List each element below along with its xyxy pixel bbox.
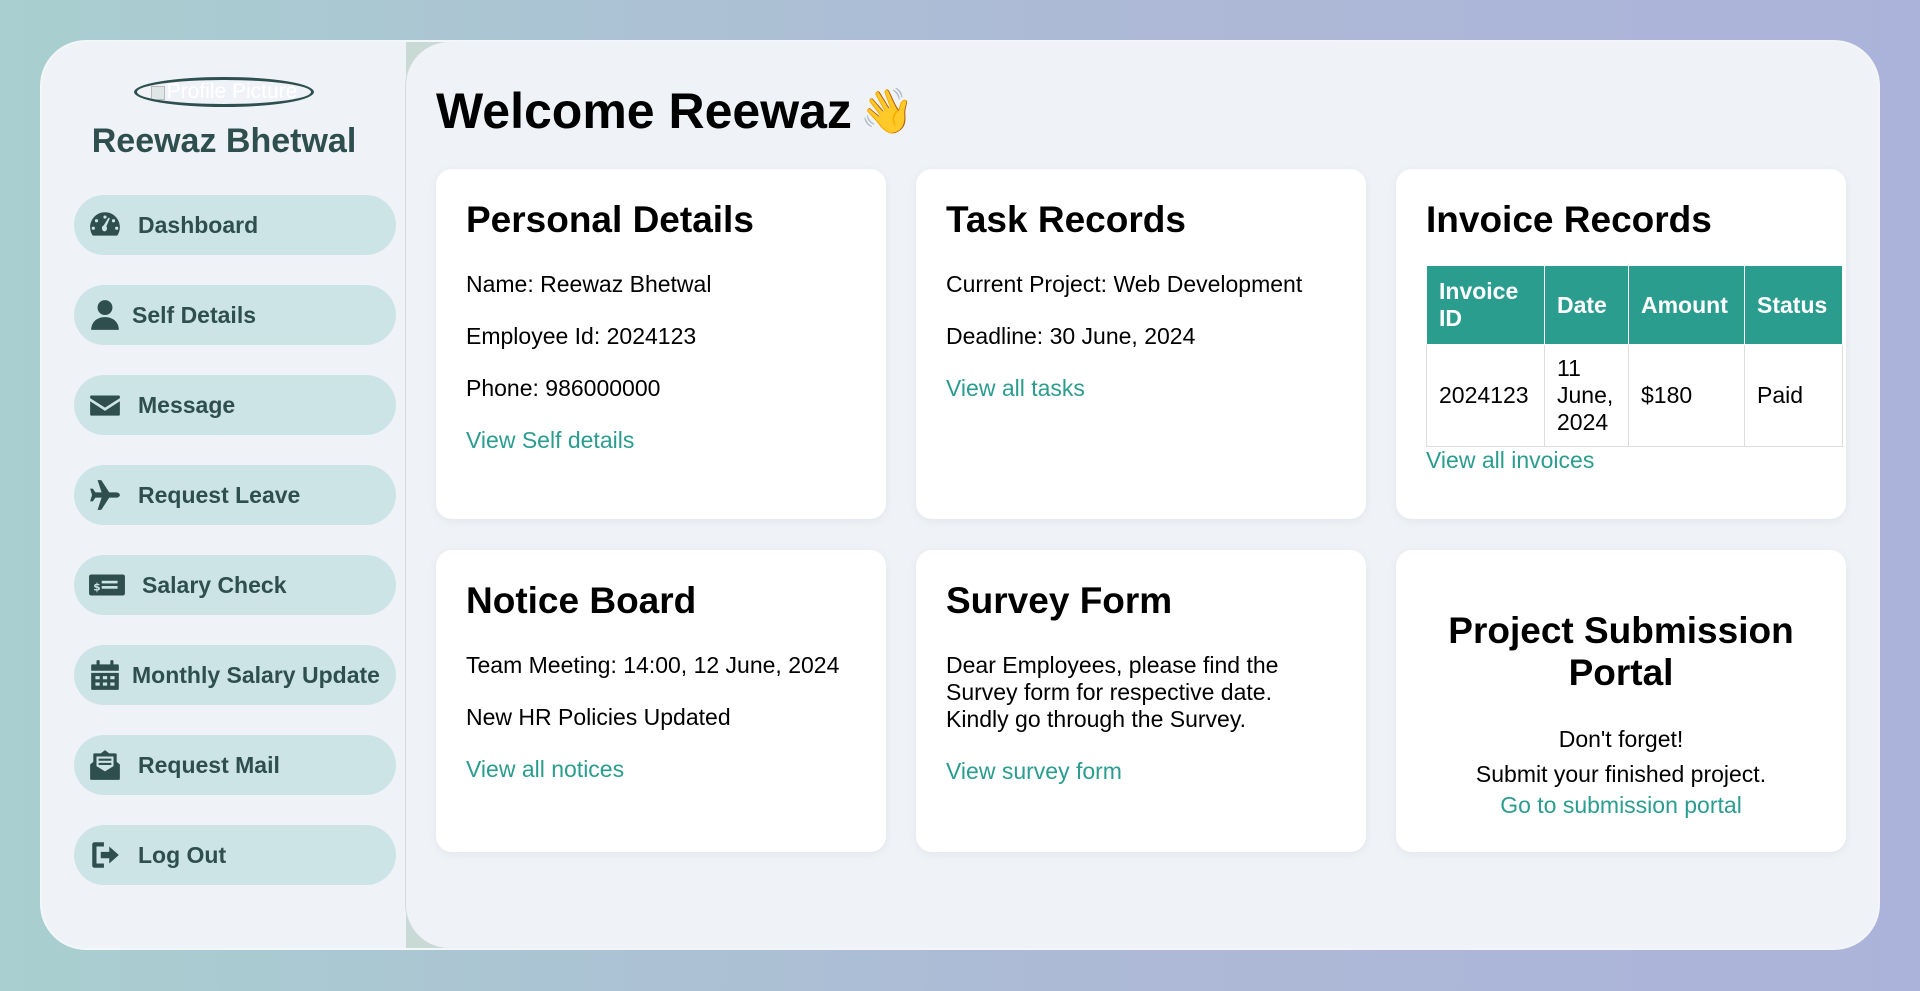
sidebar-item-label: Request Mail: [138, 751, 280, 778]
task-records-card: Task Records Current Project: Web Develo…: [916, 169, 1366, 519]
submission-reminder: Don't forget!: [1558, 726, 1684, 752]
sidebar-item-salary-check[interactable]: $ Salary Check: [74, 555, 396, 615]
submission-portal-link[interactable]: Go to submission portal: [1500, 792, 1742, 819]
notice-item: New HR Policies Updated: [466, 704, 731, 730]
survey-form-card: Survey Form Dear Employees, please find …: [916, 550, 1366, 852]
table-cell: 11 June, 2024: [1544, 344, 1629, 447]
card-title: Notice Board: [466, 580, 697, 621]
welcome-text: Welcome Reewaz: [436, 83, 852, 139]
table-header-row: Invoice ID Date Amount Status: [1426, 265, 1843, 345]
svg-text:$: $: [93, 581, 100, 593]
submission-instruction: Submit your finished project.: [1475, 761, 1767, 787]
invoice-records-card: Invoice Records Invoice ID Date Amount S…: [1396, 169, 1846, 519]
personal-details-card: Personal Details Name: Reewaz Bhetwal Em…: [436, 169, 886, 519]
employee-phone: Phone: 986000000: [466, 375, 661, 401]
table-cell: Paid: [1744, 344, 1843, 447]
envelope-open-text-icon: [88, 748, 122, 782]
main-content: Welcome Reewaz 👋 Personal Details Name: …: [405, 42, 1878, 948]
card-title: Survey Form: [946, 580, 1173, 621]
sidebar-item-label: Message: [138, 391, 236, 418]
sidebar-item-label: Salary Check: [142, 571, 287, 598]
sidebar-item-request-mail[interactable]: Request Mail: [74, 735, 396, 795]
waving-hand-icon: 👋: [859, 87, 915, 136]
sidebar-item-label: Monthly Salary Update: [132, 661, 380, 688]
sidebar-item-message[interactable]: Message: [74, 375, 396, 435]
broken-image-icon: [150, 86, 165, 100]
table-header: Amount: [1628, 265, 1745, 345]
sidebar: Profile Picture Reewaz Bhetwal Dashboard…: [42, 42, 406, 948]
calendar-icon: [88, 658, 122, 692]
profile-picture-alt: Profile Picture: [166, 80, 298, 103]
sidebar-item-log-out[interactable]: Log Out: [74, 825, 396, 885]
card-title: Task Records: [946, 199, 1186, 240]
welcome-heading: Welcome Reewaz 👋: [436, 82, 915, 140]
employee-id: Employee Id: 2024123: [466, 323, 697, 349]
card-title: Project Submission Portal: [1448, 610, 1794, 693]
card-title: Personal Details: [466, 199, 754, 240]
view-all-invoices-link[interactable]: View all invoices: [1426, 447, 1594, 474]
survey-description: Dear Employees, please find the Survey f…: [946, 652, 1279, 732]
profile-name: Reewaz Bhetwal: [91, 122, 357, 160]
project-submission-card: Project Submission Portal Don't forget! …: [1396, 550, 1846, 852]
plane-icon: [88, 478, 122, 512]
table-cell: $180: [1628, 344, 1745, 447]
table-cell: 2024123: [1426, 344, 1545, 447]
sidebar-item-dashboard[interactable]: Dashboard: [74, 195, 396, 255]
current-project: Current Project: Web Development: [946, 271, 1303, 297]
sidebar-item-monthly-salary-update[interactable]: Monthly Salary Update: [74, 645, 396, 705]
sign-out-icon: [88, 838, 122, 872]
employee-name: Name: Reewaz Bhetwal: [466, 271, 712, 297]
gauge-icon: [88, 208, 122, 242]
money-check-icon: $: [88, 568, 126, 602]
view-survey-form-link[interactable]: View survey form: [946, 758, 1122, 785]
envelope-icon: [88, 388, 122, 422]
user-icon: [88, 298, 122, 332]
sidebar-item-label: Self Details: [132, 301, 256, 328]
sidebar-item-label: Dashboard: [138, 211, 259, 238]
notice-item: Team Meeting: 14:00, 12 June, 2024: [466, 652, 840, 678]
table-header: Date: [1544, 265, 1629, 345]
view-all-tasks-link[interactable]: View all tasks: [946, 375, 1085, 402]
deadline: Deadline: 30 June, 2024: [946, 323, 1196, 349]
view-all-notices-link[interactable]: View all notices: [466, 756, 624, 783]
sidebar-item-label: Request Leave: [138, 481, 301, 508]
table-row: 2024123 11 June, 2024 $180 Paid: [1426, 344, 1843, 447]
card-title: Invoice Records: [1426, 199, 1712, 240]
sidebar-item-label: Log Out: [138, 841, 227, 868]
view-self-details-link[interactable]: View Self details: [466, 427, 634, 454]
notice-board-card: Notice Board Team Meeting: 14:00, 12 Jun…: [436, 550, 886, 852]
app-shell: Profile Picture Reewaz Bhetwal Dashboard…: [42, 42, 1878, 948]
table-header: Status: [1744, 265, 1843, 345]
sidebar-item-request-leave[interactable]: Request Leave: [74, 465, 396, 525]
sidebar-item-self-details[interactable]: Self Details: [74, 285, 396, 345]
profile-picture: Profile Picture: [134, 77, 314, 107]
invoice-table: Invoice ID Date Amount Status 2024123 11…: [1426, 265, 1843, 447]
table-header: Invoice ID: [1426, 265, 1545, 345]
